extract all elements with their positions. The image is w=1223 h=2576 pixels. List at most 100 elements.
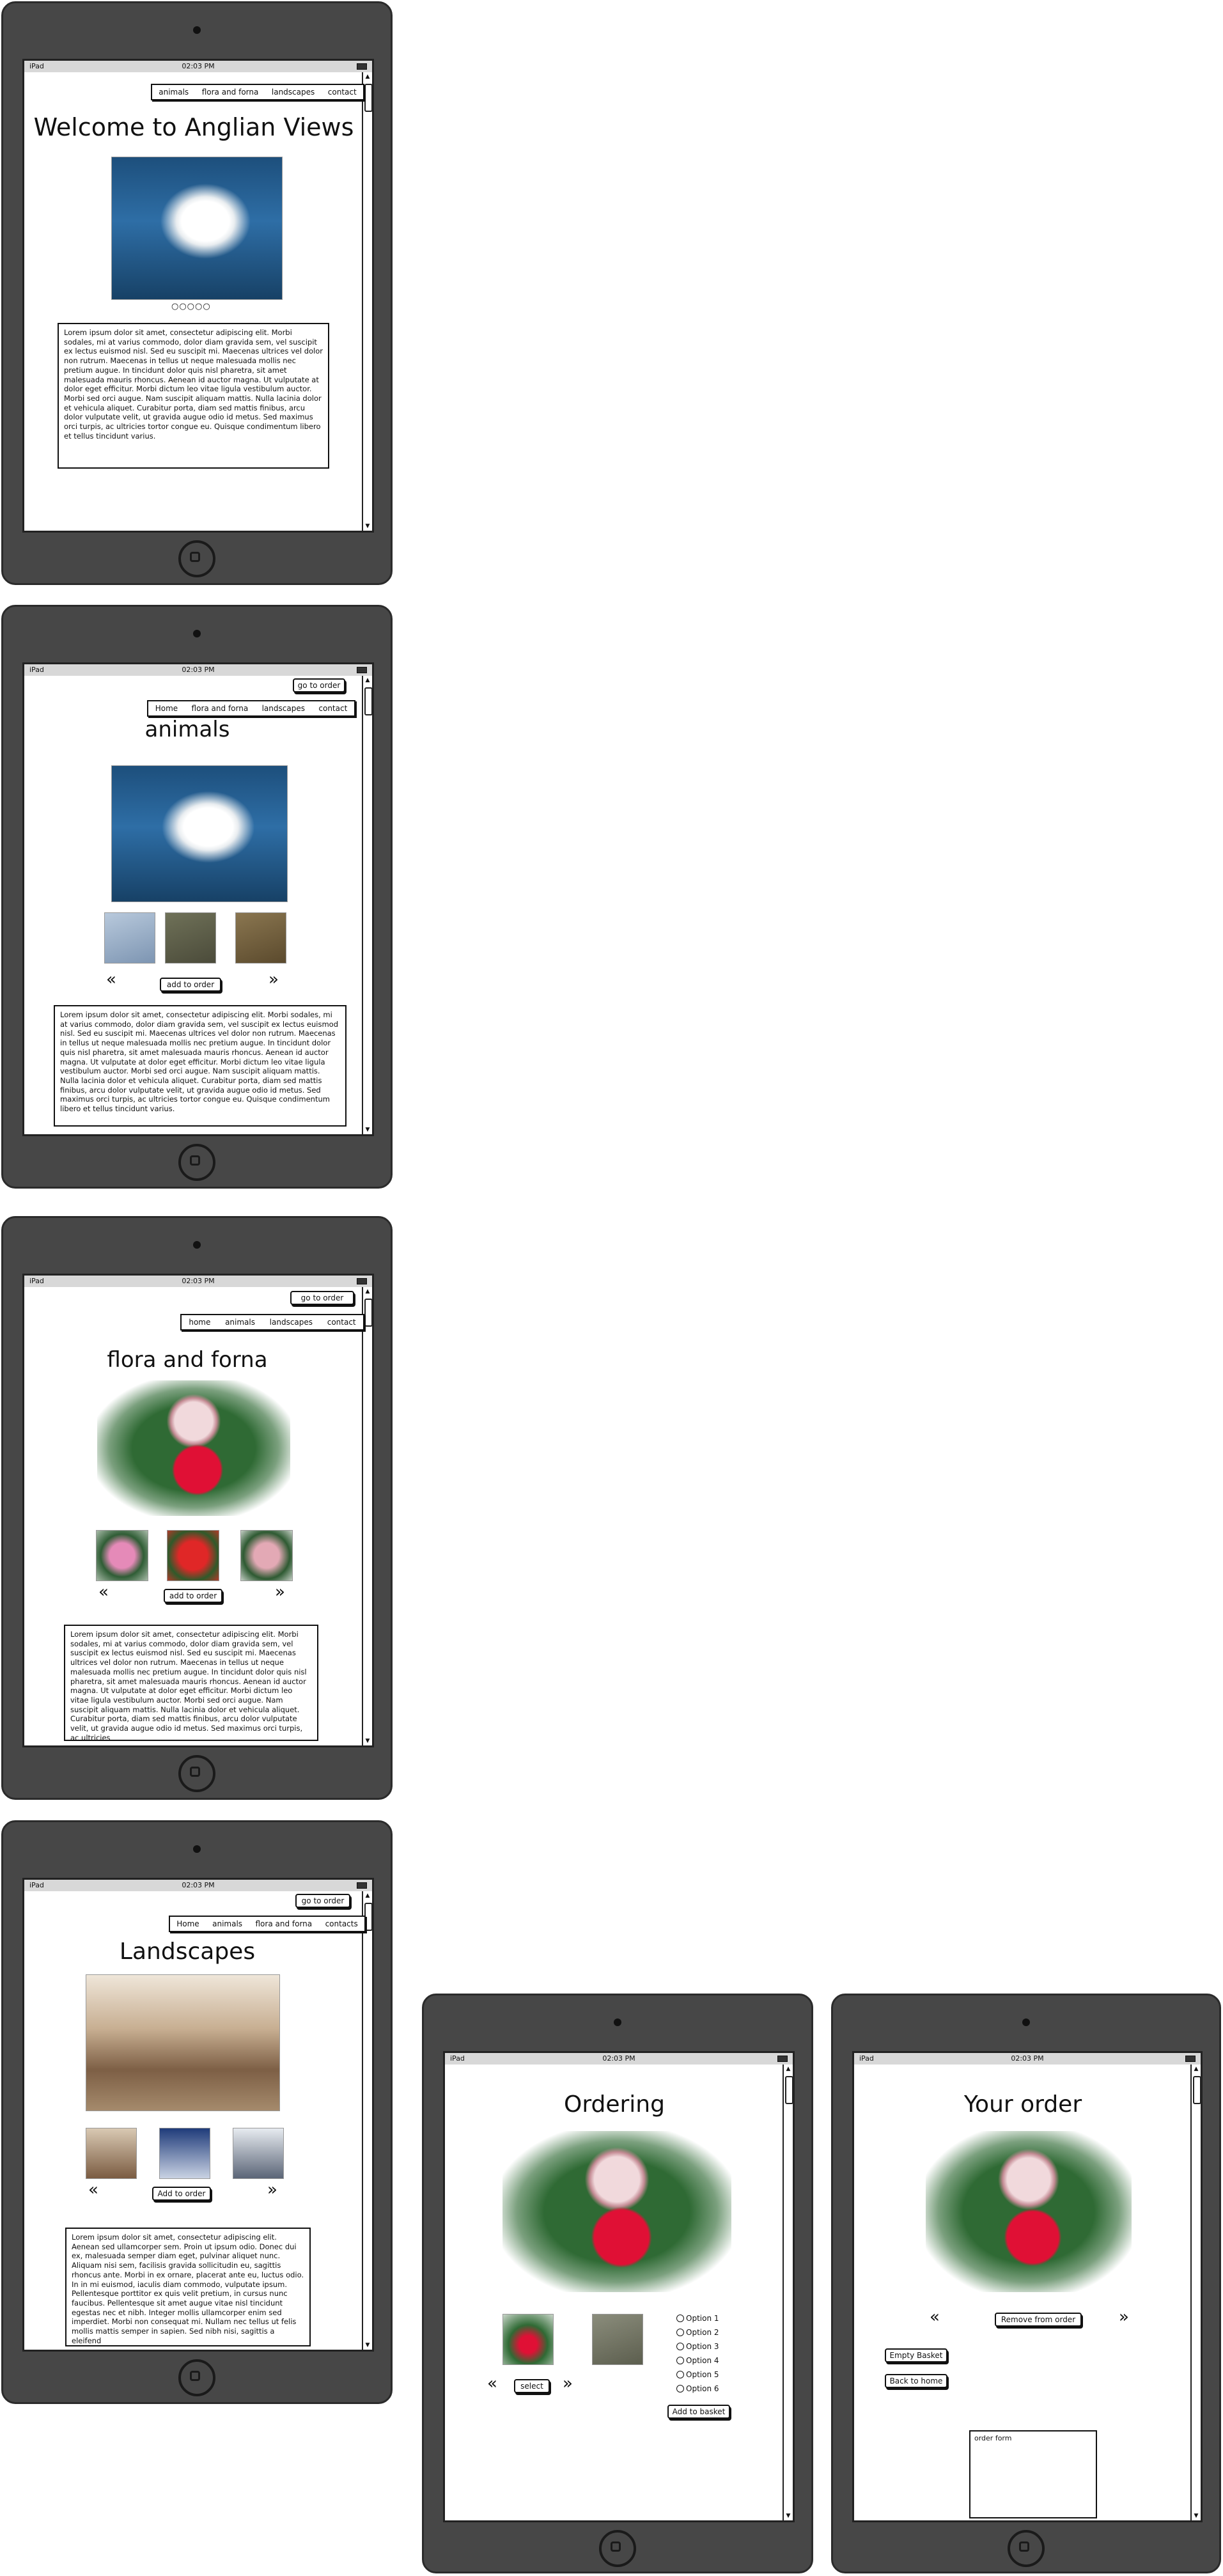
scroll-down-icon[interactable]: ▼	[363, 1125, 372, 1134]
nav-item-contact[interactable]: contact	[315, 704, 351, 713]
nav-item-flora[interactable]: flora and forna	[251, 1919, 316, 1928]
scroll-thumb[interactable]	[364, 687, 372, 715]
page-title: flora and forna	[107, 1347, 268, 1373]
home-button-icon[interactable]	[178, 540, 215, 577]
home-button-icon[interactable]	[599, 2530, 636, 2567]
empty-basket-button[interactable]: Empty Basket	[885, 2348, 947, 2362]
scroll-down-icon[interactable]: ▼	[363, 522, 372, 531]
scroll-up-icon[interactable]: ▲	[363, 1287, 372, 1296]
battery-icon	[357, 1278, 367, 1284]
status-time: 02:03 PM	[182, 1881, 215, 1889]
double-chevron-right-icon[interactable]: »	[1119, 2309, 1129, 2325]
scroll-thumb[interactable]	[364, 84, 372, 112]
nav-item-landscapes[interactable]: landscapes	[266, 1318, 316, 1327]
carousel-dots[interactable]: ○○○○○	[171, 302, 211, 311]
home-button-icon[interactable]	[178, 1144, 215, 1181]
nav-item-home[interactable]: Home	[152, 704, 182, 713]
scroll-up-icon[interactable]: ▲	[363, 72, 372, 81]
thumbnail-flower-3[interactable]	[240, 1530, 293, 1581]
page-title: animals	[144, 717, 230, 742]
scroll-down-icon[interactable]: ▼	[363, 1737, 372, 1745]
status-bar: iPad 02:03 PM	[24, 1880, 372, 1891]
option-radio-3[interactable]: Option 3	[676, 2339, 719, 2354]
nav-item-landscapes[interactable]: landscapes	[258, 704, 309, 713]
thumbnail-statue[interactable]	[233, 2128, 284, 2179]
home-button-icon[interactable]	[178, 2359, 215, 2396]
scroll-down-icon[interactable]: ▼	[1192, 2511, 1201, 2520]
nav-item-landscapes[interactable]: landscapes	[268, 88, 318, 97]
screen-your-order: iPad 02:03 PM ▲ ▼ Your order « Remove fro…	[852, 2051, 1203, 2522]
scroll-up-icon[interactable]: ▲	[784, 2065, 793, 2073]
scroll-thumb[interactable]	[1193, 2076, 1201, 2104]
back-to-home-button[interactable]: Back to home	[885, 2374, 947, 2388]
add-to-order-button[interactable]: add to order	[160, 978, 221, 992]
thumbnail-bird-3[interactable]	[235, 912, 286, 964]
status-time: 02:03 PM	[602, 2054, 635, 2063]
status-bar: iPad 02:03 PM	[24, 664, 372, 676]
nav-item-contact[interactable]: contact	[323, 1318, 360, 1327]
thumbnail-flower-2[interactable]	[167, 1530, 219, 1581]
add-to-basket-button[interactable]: Add to basket	[667, 2405, 730, 2419]
select-button[interactable]: select	[514, 2379, 550, 2393]
thumbnail-building[interactable]	[159, 2128, 210, 2179]
scroll-thumb[interactable]	[364, 1299, 372, 1327]
scrollbar[interactable]: ▲ ▼	[362, 1891, 372, 2350]
thumbnail-bird[interactable]	[592, 2314, 643, 2365]
nav-item-flora[interactable]: flora and forna	[188, 704, 253, 713]
double-chevron-right-icon[interactable]: »	[275, 1584, 285, 1600]
thumbnail-flower[interactable]	[502, 2314, 554, 2365]
status-bar: iPad 02:03 PM	[854, 2053, 1201, 2065]
go-to-order-button[interactable]: go to order	[290, 1291, 354, 1305]
nav-item-contacts[interactable]: contacts	[322, 1919, 362, 1928]
double-chevron-right-icon[interactable]: »	[267, 2182, 277, 2198]
thumbnail-bird-1[interactable]	[104, 912, 155, 964]
scrollbar[interactable]: ▲ ▼	[1190, 2065, 1201, 2520]
nav-item-flora[interactable]: flora and forna	[198, 88, 263, 97]
thumbnail-bird-2[interactable]	[165, 912, 216, 964]
order-form[interactable]: order form	[969, 2430, 1097, 2518]
nav-item-home[interactable]: Home	[173, 1919, 203, 1928]
scroll-down-icon[interactable]: ▼	[784, 2511, 793, 2520]
scrollbar[interactable]: ▲ ▼	[362, 676, 372, 1134]
double-chevron-left-icon[interactable]: «	[487, 2375, 497, 2392]
nav-item-animals[interactable]: animals	[221, 1318, 259, 1327]
home-button-icon[interactable]	[1008, 2530, 1045, 2567]
option-radio-5[interactable]: Option 5	[676, 2368, 719, 2382]
go-to-order-button[interactable]: go to order	[295, 1894, 350, 1908]
nav-item-animals[interactable]: animals	[155, 88, 192, 97]
battery-icon	[357, 63, 367, 70]
thumbnail-flower-1[interactable]	[96, 1530, 148, 1581]
thumbnail-ruins[interactable]	[86, 2128, 137, 2179]
camera	[193, 1241, 201, 1249]
option-radio-2[interactable]: Option 2	[676, 2325, 719, 2339]
double-chevron-left-icon[interactable]: «	[88, 2182, 98, 2198]
double-chevron-right-icon[interactable]: »	[269, 971, 279, 988]
option-radio-4[interactable]: Option 4	[676, 2354, 719, 2368]
double-chevron-left-icon[interactable]: «	[106, 971, 116, 988]
scroll-up-icon[interactable]: ▲	[1192, 2065, 1201, 2073]
option-radio-6[interactable]: Option 6	[676, 2382, 719, 2396]
double-chevron-left-icon[interactable]: «	[98, 1584, 109, 1600]
scroll-up-icon[interactable]: ▲	[363, 676, 372, 685]
remove-from-order-button[interactable]: Remove from order	[995, 2313, 1082, 2327]
description-text: Lorem ipsum dolor sit amet, consectetur …	[64, 1625, 318, 1741]
scrollbar[interactable]: ▲ ▼	[783, 2065, 793, 2520]
option-radio-1[interactable]: Option 1	[676, 2311, 719, 2325]
add-to-order-button[interactable]: add to order	[164, 1589, 222, 1603]
nav-item-contact[interactable]: contact	[324, 88, 361, 97]
scroll-thumb[interactable]	[785, 2076, 793, 2104]
home-button-icon[interactable]	[178, 1755, 215, 1792]
add-to-order-button[interactable]: Add to order	[152, 2187, 211, 2201]
double-chevron-right-icon[interactable]: »	[563, 2375, 573, 2392]
go-to-order-button[interactable]: go to order	[293, 678, 345, 692]
scrollbar[interactable]: ▲ ▼	[362, 72, 372, 531]
nav-item-home[interactable]: home	[185, 1318, 214, 1327]
scrollbar[interactable]: ▲ ▼	[362, 1287, 372, 1745]
scroll-up-icon[interactable]: ▲	[363, 1891, 372, 1900]
main-image	[97, 1380, 290, 1516]
nav-item-animals[interactable]: animals	[208, 1919, 246, 1928]
scroll-down-icon[interactable]: ▼	[363, 2341, 372, 2350]
main-image	[111, 765, 288, 902]
description-text: Lorem ipsum dolor sit amet, consectetur …	[54, 1005, 347, 1127]
double-chevron-left-icon[interactable]: «	[930, 2309, 940, 2325]
